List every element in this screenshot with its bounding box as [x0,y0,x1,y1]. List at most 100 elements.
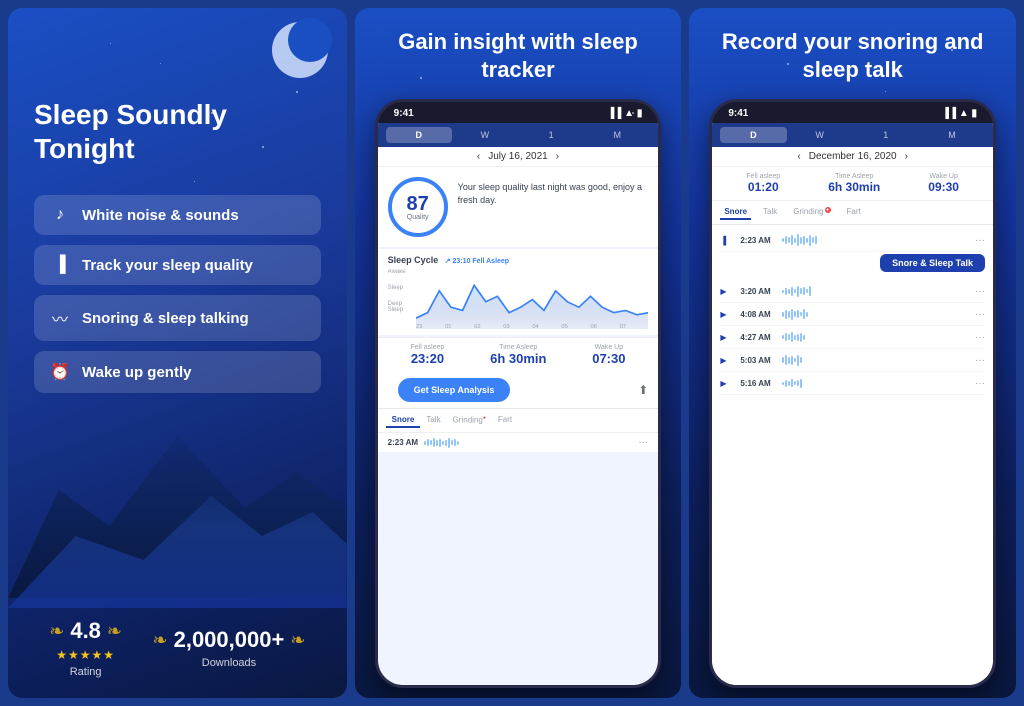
tab-m-3[interactable]: M [919,127,985,143]
play-icon-4[interactable]: ▶ [720,333,734,342]
get-analysis-button[interactable]: Get Sleep Analysis [398,378,511,402]
more-icon-3[interactable]: ··· [975,309,985,320]
play-icon-5[interactable]: ▶ [720,356,734,365]
laurel-right: ❧ [107,621,122,642]
panel-3: Record your snoring and sleep talk 9:41 … [689,8,1016,698]
time-asleep-item: Time Asleep 6h 30min [828,173,880,194]
recording-item-6: ▶ 5:16 AM ··· [720,372,985,395]
panel-1: Sleep Soundly Tonight ♪ White noise & so… [8,8,347,698]
rating-badge: ❧ 4.8 ❧ [49,618,122,644]
recording-item-2: ▶ 3:20 AM ··· [720,280,985,303]
arrow-right-2[interactable]: › [556,151,559,162]
music-icon: ♪ [50,206,70,224]
rating-label: Rating [70,666,102,678]
recording-item-4: ▶ 4:27 AM ··· [720,326,985,349]
grinding-badge: ● [825,207,831,213]
svg-text:23: 23 [416,324,422,329]
feature-wake-up-text: Wake up gently [82,364,191,381]
snore-badge-container: Snore & Sleep Talk [720,254,985,278]
bottom-stats: ❧ 4.8 ❧ ★★★★★ Rating ❧ 2,000,000+ ❧ Down… [34,618,321,678]
tab-d-2[interactable]: D [386,127,452,143]
laurel-right-2: ❧ [290,630,305,651]
tab-d-3[interactable]: D [720,127,786,143]
more-icon-2[interactable]: ··· [638,437,648,448]
tab-m-2[interactable]: M [584,127,650,143]
tab-fart-2[interactable]: Fart [492,413,518,428]
downloads-stat: ❧ 2,000,000+ ❧ Downloads [153,627,306,669]
time-asleep-stat: Time Asleep 6h 30min [490,344,546,366]
sleep-times-row: Fell asleep 01:20 Time Asleep 6h 30min W… [712,167,993,201]
panel-2-heading: Gain insight with sleep tracker [375,28,662,83]
svg-text:06: 06 [590,324,596,329]
more-icon-4[interactable]: ··· [975,332,985,343]
quality-circle: 87 Quality [388,177,448,237]
share-icon[interactable]: ⬆ [638,383,648,397]
preview-time-2: 2:23 AM [388,438,418,447]
more-icon-5[interactable]: ··· [975,355,985,366]
tab-talk-2[interactable]: Talk [420,413,446,428]
play-icon-6[interactable]: ▶ [720,379,734,388]
downloads-badge: ❧ 2,000,000+ ❧ [153,627,306,653]
tab-talk-3[interactable]: Talk [759,205,781,220]
laurel-left: ❧ [49,621,64,642]
rating-stat: ❧ 4.8 ❧ ★★★★★ Rating [49,618,122,678]
date-nav-2: ‹ July 16, 2021 › [378,147,659,167]
date-display-2: July 16, 2021 [488,151,548,162]
wake-up-item: Wake Up 09:30 [928,173,959,194]
tab-snore-2[interactable]: Snore [386,413,421,428]
chart-label-awake: Awake [388,269,416,275]
svg-text:04: 04 [532,324,538,329]
tab-1-3[interactable]: 1 [853,127,919,143]
wake-up-label-3: Wake Up [929,173,958,180]
tab-w-3[interactable]: W [787,127,853,143]
fell-asleep-value-3: 01:20 [748,180,779,194]
arrow-right-3[interactable]: › [905,151,908,162]
quality-score: 87 [407,194,429,214]
recording-time-4: 4:27 AM [740,333,776,342]
waveform-3 [782,307,969,321]
more-icon-1[interactable]: ··· [975,235,985,246]
bar-chart-icon: ▐ [50,256,70,274]
feature-wake-up: ⏰ Wake up gently [34,351,321,393]
tab-grinding-3[interactable]: Grinding● [789,205,834,220]
recording-item-1: ▐ 2:23 AM ··· [720,229,985,252]
recording-list: ▐ 2:23 AM ··· Snore & Sleep Talk ▶ 3:20 … [712,225,993,685]
panel-2: Gain insight with sleep tracker 9:41 ▐▐ … [355,8,682,698]
recording-time-5: 5:03 AM [740,356,776,365]
chart-label-sleep: Sleep [388,285,416,291]
quality-section: 87 Quality Your sleep quality last night… [378,167,659,247]
status-icons-3: ▐▐ ▲ ▮ [942,108,977,119]
svg-text:03: 03 [503,324,509,329]
play-icon-3[interactable]: ▶ [720,310,734,319]
tab-snore-3[interactable]: Snore [720,205,751,220]
feature-white-noise: ♪ White noise & sounds [34,195,321,235]
feature-snoring-text: Snoring & sleep talking [82,310,249,327]
chart-label-deep: Deep Sleep [388,301,416,313]
waveform-5 [782,353,969,367]
recording-preview-2: 2:23 AM ··· [378,432,659,452]
arrow-left-3[interactable]: ‹ [797,151,800,162]
quality-text: Your sleep quality last night was good, … [458,177,649,206]
arrow-left-2[interactable]: ‹ [477,151,480,162]
downloads-value: 2,000,000+ [174,627,285,653]
cycle-subtitle: ↗ 23:10 Fell Asleep [445,258,509,265]
date-nav-3: ‹ December 16, 2020 › [712,147,993,167]
waveform-6 [782,376,969,390]
feature-sleep-quality-text: Track your sleep quality [82,257,253,274]
phone-mockup-2: 9:41 ▐▐ ▲ ▮ D W 1 M ‹ July 16, 2021 › 87… [375,99,662,688]
more-icon-6[interactable]: ··· [975,378,985,389]
recording-time-2: 3:20 AM [740,287,776,296]
sleep-cycle-title: Sleep Cycle ↗ 23:10 Fell Asleep [388,255,649,265]
more-icon-2[interactable]: ··· [975,286,985,297]
tab-1-2[interactable]: 1 [518,127,584,143]
tab-w-2[interactable]: W [452,127,518,143]
feature-sleep-quality: ▐ Track your sleep quality [34,245,321,285]
sleep-chart: Awake Sleep Deep Sleep [388,269,649,329]
phone-mockup-3: 9:41 ▐▐ ▲ ▮ D W 1 M ‹ December 16, 2020 … [709,99,996,688]
quality-label: Quality [407,214,429,221]
tab-grinding-2[interactable]: Grinding● [447,413,492,428]
recording-item-3: ▶ 4:08 AM ··· [720,303,985,326]
play-icon-2[interactable]: ▶ [720,287,734,296]
fell-asleep-label-3: Fell asleep [746,173,780,180]
tab-fart-3[interactable]: Fart [843,205,865,220]
